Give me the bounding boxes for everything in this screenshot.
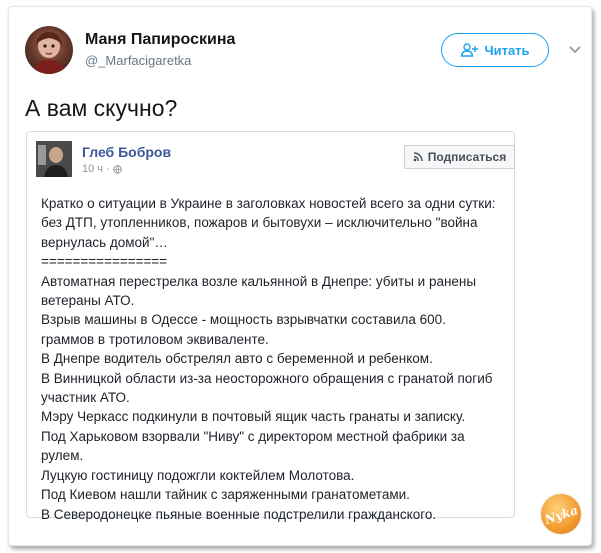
post-line: ветераны АТО. bbox=[41, 293, 135, 309]
chevron-down-icon[interactable] bbox=[569, 45, 581, 55]
post-line: рулем. bbox=[41, 448, 84, 464]
post-line: Автоматная перестрелка возле кальянной в… bbox=[41, 273, 477, 289]
avatar-photo bbox=[36, 141, 72, 177]
author-avatar[interactable] bbox=[25, 26, 73, 74]
separator-dot: · bbox=[106, 163, 110, 175]
post-line: ================ bbox=[41, 254, 168, 270]
post-line: граммов в тротиловом эквиваленте. bbox=[41, 331, 269, 347]
avatar-portrait bbox=[31, 32, 67, 74]
follow-button-label: Читать bbox=[484, 42, 530, 58]
post-line: Мэру Черкасс подкинули в почтовый ящик ч… bbox=[41, 409, 466, 425]
post-timestamp[interactable]: 10 ч · bbox=[82, 163, 122, 175]
post-line: В Северодонецке пьяные военные подстрели… bbox=[41, 506, 437, 522]
quoted-author-name[interactable]: Глеб Бобров bbox=[82, 144, 171, 160]
post-line: вернулась домой"… bbox=[41, 234, 168, 250]
tweet-text: А вам скучно? bbox=[25, 95, 178, 121]
subscribe-button[interactable]: Подписаться bbox=[404, 145, 515, 169]
rss-icon bbox=[413, 152, 423, 162]
add-user-icon bbox=[461, 43, 479, 57]
tweet-card: Маня Папироскина @_Marfacigaretka Читать… bbox=[8, 6, 592, 546]
post-line: Под Киевом нашли тайник с заряженными гр… bbox=[41, 487, 410, 503]
post-line: В Винницкой области из-за неосторожного … bbox=[41, 370, 493, 386]
follow-button[interactable]: Читать bbox=[441, 33, 549, 67]
post-time-text: 10 ч bbox=[82, 163, 104, 175]
svg-text:Nyka: Nyka bbox=[542, 503, 580, 527]
quoted-post-text: Кратко о ситуации в Украине в заголовках… bbox=[41, 194, 511, 524]
author-name[interactable]: Маня Папироскина bbox=[85, 31, 235, 49]
author-handle[interactable]: @_Marfacigaretka bbox=[85, 53, 191, 68]
post-line: В Днепре водитель обстрелял авто с берем… bbox=[41, 351, 433, 367]
globe-icon bbox=[112, 164, 122, 174]
post-line: без ДТП, утопленников, пожаров и бытовух… bbox=[41, 215, 478, 231]
post-line: Кратко о ситуации в Украине в заголовках… bbox=[41, 196, 496, 211]
subscribe-button-label: Подписаться bbox=[427, 150, 507, 164]
post-line: участник АТО. bbox=[41, 390, 130, 406]
watermark-logo: Nyka bbox=[541, 494, 581, 534]
nyka-logo-icon: Nyka bbox=[542, 503, 580, 527]
quoted-post-card[interactable]: Глеб Бобров 10 ч · Подписаться Кратко о … bbox=[26, 131, 515, 522]
quoted-author-avatar[interactable] bbox=[36, 141, 72, 177]
post-line: Взрыв машины в Одессе - мощность взрывча… bbox=[41, 312, 446, 328]
post-line: Луцкую гостиницу подожгли коктейлем Моло… bbox=[41, 467, 355, 483]
post-line: Под Харьковом взорвали "Ниву" с директор… bbox=[41, 428, 465, 444]
